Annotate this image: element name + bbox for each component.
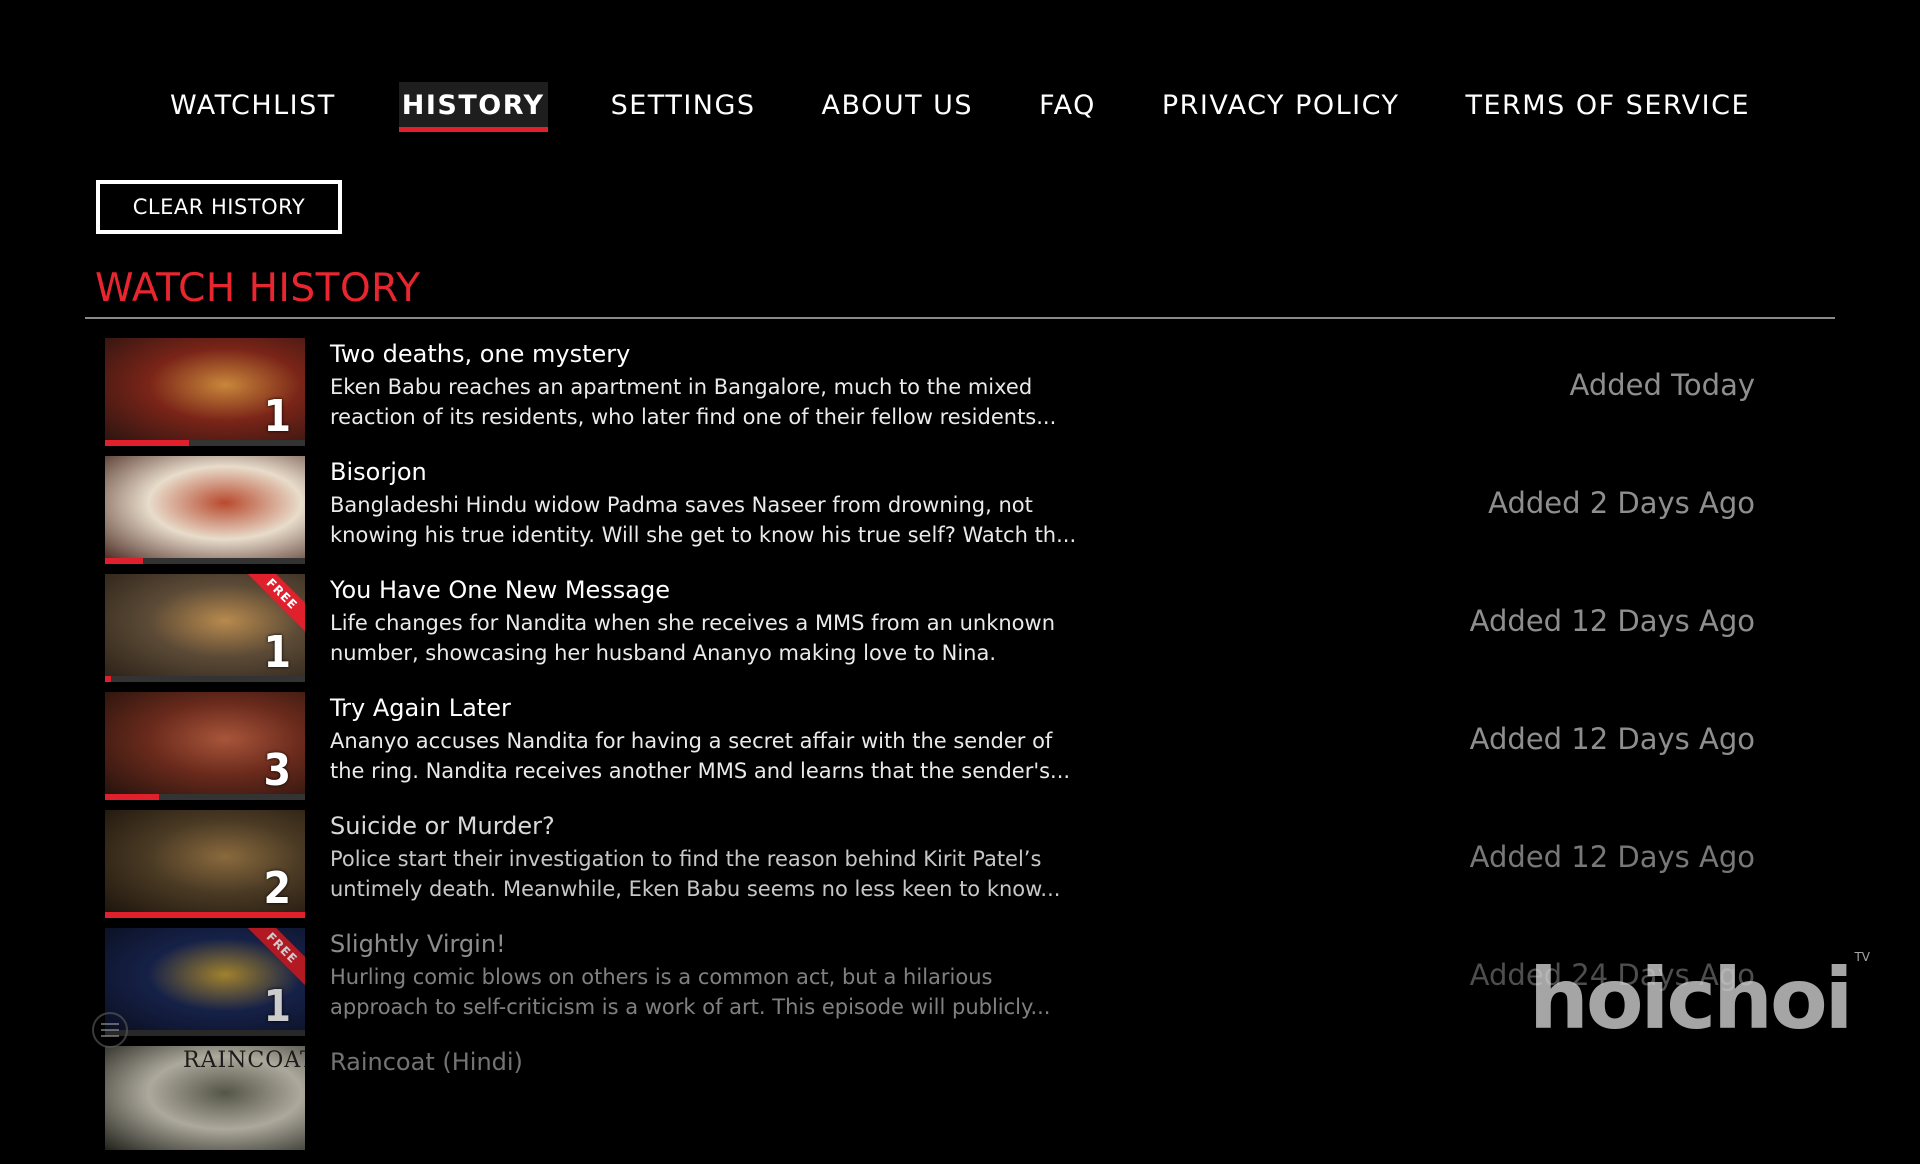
history-row[interactable]: 1 Two deaths, one mystery Eken Babu reac…	[105, 338, 1755, 456]
episode-number: 3	[263, 745, 291, 796]
menu-line	[101, 1035, 119, 1037]
menu-line	[101, 1023, 119, 1025]
nav-about-us[interactable]: ABOUT US	[819, 82, 977, 132]
episode-title: Two deaths, one mystery	[330, 340, 631, 368]
episode-info: Try Again Later Ananyo accuses Nandita f…	[330, 692, 1090, 786]
episode-thumbnail: FREE 1	[105, 928, 305, 1036]
clear-history-button[interactable]: CLEAR HISTORY	[96, 180, 342, 234]
section-title: WATCH HISTORY	[95, 266, 421, 311]
episode-description: Life changes for Nandita when she receiv…	[330, 611, 1056, 665]
nav-faq[interactable]: FAQ	[1036, 82, 1099, 132]
menu-line	[101, 1029, 119, 1031]
episode-number: 1	[263, 981, 291, 1032]
watch-progress-bar	[105, 558, 305, 564]
watch-progress-fill	[105, 912, 305, 918]
episode-thumbnail: 1	[105, 338, 305, 446]
watch-progress-fill	[105, 558, 143, 564]
history-list: 1 Two deaths, one mystery Eken Babu reac…	[105, 338, 1755, 1164]
watch-progress-fill	[105, 676, 111, 682]
history-row[interactable]: RAINCOAT Raincoat (Hindi)	[105, 1046, 1755, 1164]
episode-description: Ananyo accuses Nandita for having a secr…	[330, 729, 1071, 783]
episode-info: Raincoat (Hindi)	[330, 1046, 1090, 1078]
history-row[interactable]: 3 Try Again Later Ananyo accuses Nandita…	[105, 692, 1755, 810]
history-row[interactable]: FREE 1 Slightly Virgin! Hurling comic bl…	[105, 928, 1755, 1046]
nav-settings[interactable]: SETTINGS	[608, 82, 759, 132]
history-row[interactable]: Bisorjon Bangladeshi Hindu widow Padma s…	[105, 456, 1755, 574]
watch-progress-fill	[105, 794, 159, 800]
watch-progress-bar	[105, 912, 305, 918]
nav-privacy-policy[interactable]: PRIVACY POLICY	[1159, 82, 1403, 132]
top-nav: WATCHLIST HISTORY SETTINGS ABOUT US FAQ …	[0, 82, 1920, 142]
logo-suffix: TV	[1854, 950, 1870, 964]
episode-title: Bisorjon	[330, 458, 427, 486]
hamburger-menu-icon[interactable]	[92, 1012, 128, 1048]
watch-progress-fill	[105, 440, 189, 446]
episode-number: 1	[263, 391, 291, 442]
watch-progress-bar	[105, 794, 305, 800]
added-date: Added 12 Days Ago	[1469, 722, 1755, 756]
section-divider	[85, 317, 1835, 319]
episode-title: Raincoat (Hindi)	[330, 1048, 523, 1076]
episode-title: Slightly Virgin!	[330, 930, 506, 958]
added-date: Added 12 Days Ago	[1469, 604, 1755, 638]
episode-info: Two deaths, one mystery Eken Babu reache…	[330, 338, 1090, 432]
history-row[interactable]: FREE 1 You Have One New Message Life cha…	[105, 574, 1755, 692]
episode-info: Bisorjon Bangladeshi Hindu widow Padma s…	[330, 456, 1090, 550]
episode-number: 1	[263, 627, 291, 678]
nav-watchlist[interactable]: WATCHLIST	[167, 82, 339, 132]
added-date: Added Today	[1569, 368, 1755, 402]
nav-history[interactable]: HISTORY	[398, 82, 548, 132]
hoichoi-logo: hoichoi TV	[1529, 950, 1870, 1048]
history-row[interactable]: 2 Suicide or Murder? Police start their …	[105, 810, 1755, 928]
episode-thumbnail: RAINCOAT	[105, 1046, 305, 1154]
added-date: Added 2 Days Ago	[1488, 486, 1755, 520]
episode-thumbnail: 2	[105, 810, 305, 918]
thumbnail-image	[105, 456, 305, 560]
episode-info: Slightly Virgin! Hurling comic blows on …	[330, 928, 1090, 1022]
added-date: Added 12 Days Ago	[1469, 840, 1755, 874]
episode-description: Bangladeshi Hindu widow Padma saves Nase…	[330, 493, 1077, 547]
episode-title: Suicide or Murder?	[330, 812, 555, 840]
logo-text: hoichoi	[1529, 950, 1853, 1048]
episode-info: You Have One New Message Life changes fo…	[330, 574, 1090, 668]
episode-thumbnail	[105, 456, 305, 564]
episode-info: Suicide or Murder? Police start their in…	[330, 810, 1090, 904]
episode-title: Try Again Later	[330, 694, 511, 722]
episode-thumbnail: FREE 1	[105, 574, 305, 682]
episode-description: Police start their investigation to find…	[330, 847, 1061, 901]
thumbnail-text: RAINCOAT	[183, 1048, 305, 1073]
watch-progress-bar	[105, 440, 305, 446]
episode-title: You Have One New Message	[330, 576, 671, 604]
nav-terms-of-service[interactable]: TERMS OF SERVICE	[1462, 82, 1753, 132]
watch-progress-bar	[105, 676, 305, 682]
episode-description: Eken Babu reaches an apartment in Bangal…	[330, 375, 1057, 429]
watch-progress-bar	[105, 1030, 305, 1036]
episode-number: 2	[263, 863, 291, 914]
episode-description: Hurling comic blows on others is a commo…	[330, 965, 1051, 1019]
episode-thumbnail: 3	[105, 692, 305, 800]
